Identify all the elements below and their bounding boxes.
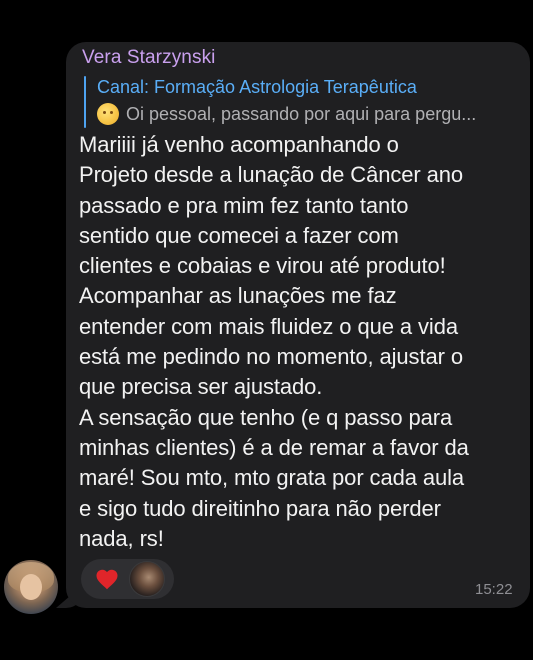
message-line: está me pedindo no momento, ajustar o — [79, 344, 463, 370]
message-line: e sigo tudo direitinho para não perder — [79, 495, 441, 521]
reply-snippet: Oi pessoal, passando por aqui para pergu… — [97, 103, 476, 125]
message-line: A sensação que tenho (e q passo para — [79, 404, 453, 430]
message-line: que precisa ser ajustado. — [79, 374, 323, 400]
sun-emoji-icon — [97, 103, 119, 125]
heart-icon — [96, 569, 118, 590]
message-timestamp: 15:22 — [475, 581, 513, 598]
reply-preview[interactable]: Canal: Formação Astrologia Terapêutica O… — [84, 76, 516, 128]
message-line: entender com mais fluidez o que a vida — [79, 313, 458, 339]
reactor-avatar[interactable] — [129, 561, 165, 597]
message-line: maré! Sou mto, mto grata por cada aula — [79, 465, 465, 491]
reply-accent-bar — [84, 76, 86, 128]
message-line: Mariiii já venho acompanhando o — [79, 132, 399, 157]
message-line: passado e pra mim fez tanto tanto — [79, 192, 409, 218]
message-line: Acompanhar as lunações me faz — [79, 283, 397, 309]
reaction-pill[interactable] — [81, 559, 174, 599]
message-line: minhas clientes) é a de remar a favor da — [79, 434, 469, 460]
message-line: clientes e cobaias e virou até produto! — [79, 253, 446, 279]
message-line: sentido que comecei a fazer com — [79, 222, 399, 248]
avatar-face — [20, 574, 42, 600]
message-line: Projeto desde a lunação de Câncer ano — [79, 162, 464, 188]
heart-shape — [96, 569, 118, 590]
sender-avatar[interactable] — [4, 560, 58, 614]
reply-title: Canal: Formação Astrologia Terapêutica — [97, 77, 417, 97]
message-text: Mariiii já venho acompanhando o Projeto … — [79, 130, 521, 554]
sender-name[interactable]: Vera Starzynski — [82, 47, 216, 69]
reply-snippet-text: Oi pessoal, passando por aqui para pergu… — [126, 103, 477, 124]
message-line: nada, rs! — [79, 525, 164, 551]
